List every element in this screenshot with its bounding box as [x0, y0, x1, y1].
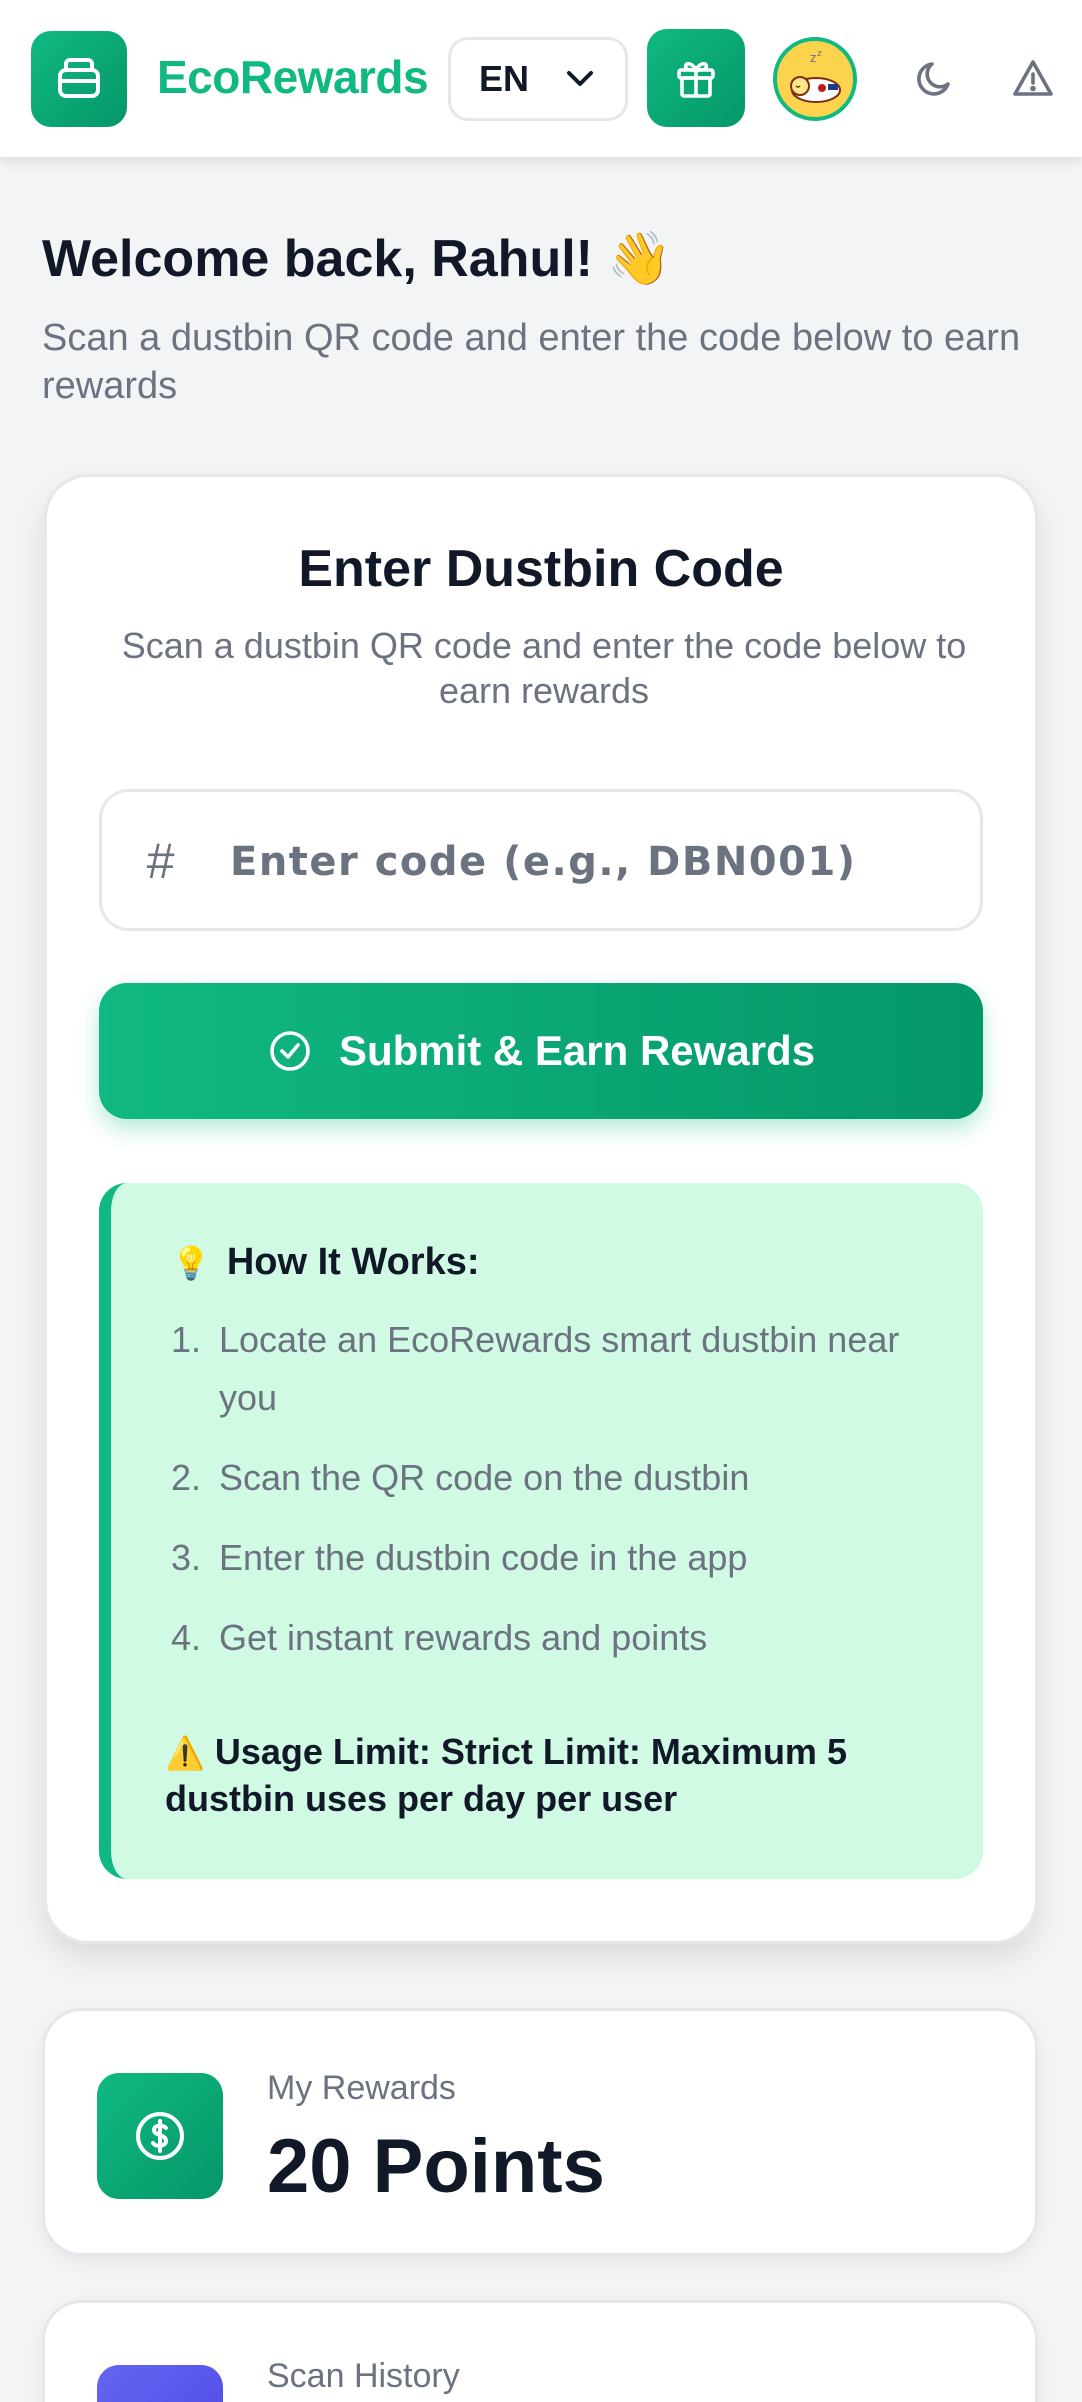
scan-history-card[interactable]: Scan History — [42, 2300, 1038, 2402]
welcome-subtitle: Scan a dustbin QR code and enter the cod… — [42, 317, 1021, 407]
how-it-works-title: How It Works: — [226, 1241, 480, 1283]
welcome-title: Welcome back, Rahul! 👋 — [42, 230, 673, 288]
submit-earn-label: Submit & Earn Rewards — [338, 1027, 816, 1074]
lightbulb-icon: 💡 — [171, 1244, 211, 1281]
how-it-works-heading: 💡 How It Works: — [171, 1241, 479, 1284]
step-item: 4. Get instant rewards and points — [171, 1609, 911, 1667]
card-title: Enter Dustbin Code — [298, 540, 784, 598]
rewards-label: My Rewards — [267, 2069, 456, 2107]
moon-icon[interactable] — [912, 56, 958, 102]
submit-earn-button[interactable]: Submit & Earn Rewards — [99, 983, 983, 1119]
code-input-wrapper: # — [99, 789, 983, 931]
step-text: Scan the QR code on the dustbin — [219, 1457, 750, 1498]
gift-icon — [677, 61, 715, 98]
my-rewards-card[interactable]: My Rewards 20 Points — [42, 2008, 1038, 2256]
history-icon — [97, 2365, 223, 2402]
logo-button[interactable] — [31, 31, 127, 127]
usage-limit-text: Usage Limit: Strict Limit: Maximum 5 dus… — [165, 1731, 847, 1819]
how-it-works-steps: 1. Locate an EcoRewards smart dustbin ne… — [171, 1311, 911, 1689]
dollar-circle-icon — [136, 2112, 184, 2160]
step-text: Locate an EcoRewards smart dustbin near … — [219, 1319, 900, 1418]
app-header: EcoRewards EN z z — [0, 0, 1082, 158]
svg-text:z: z — [810, 51, 816, 65]
wallet-icon — [58, 58, 100, 98]
brand-name: EcoRewards — [157, 51, 429, 103]
gift-button[interactable] — [647, 29, 745, 127]
step-item: 1. Locate an EcoRewards smart dustbin ne… — [171, 1311, 911, 1427]
chevron-down-icon — [567, 71, 593, 86]
language-select[interactable]: EN — [448, 37, 628, 121]
dustbin-code-input[interactable] — [230, 822, 950, 902]
check-circle-icon — [270, 1031, 310, 1071]
how-it-works-panel: 💡 How It Works: 1. Locate an EcoRewards … — [99, 1183, 983, 1879]
rewards-value: 20 Points — [267, 2124, 605, 2209]
dustbin-code-card: Enter Dustbin Code Scan a dustbin QR cod… — [44, 474, 1038, 1944]
card-subtitle: Scan a dustbin QR code and enter the cod… — [121, 625, 967, 711]
step-text: Get instant rewards and points — [219, 1617, 708, 1658]
reward-icon-box — [97, 2073, 223, 2199]
step-item: 2. Scan the QR code on the dustbin — [171, 1449, 911, 1507]
scan-history-label: Scan History — [267, 2357, 460, 2395]
svg-text:z: z — [817, 49, 822, 59]
hash-icon: # — [146, 833, 174, 889]
sleeping-avatar-icon: z z — [790, 49, 841, 103]
language-value: EN — [479, 58, 530, 99]
step-item: 3. Enter the dustbin code in the app — [171, 1529, 911, 1587]
warning-icon[interactable] — [1010, 56, 1056, 102]
warning-icon: ⚠️ — [165, 1735, 205, 1771]
usage-limit-note: ⚠️ Usage Limit: Strict Limit: Maximum 5 … — [165, 1729, 925, 1821]
user-avatar[interactable]: z z — [773, 37, 857, 121]
step-text: Enter the dustbin code in the app — [219, 1537, 748, 1578]
